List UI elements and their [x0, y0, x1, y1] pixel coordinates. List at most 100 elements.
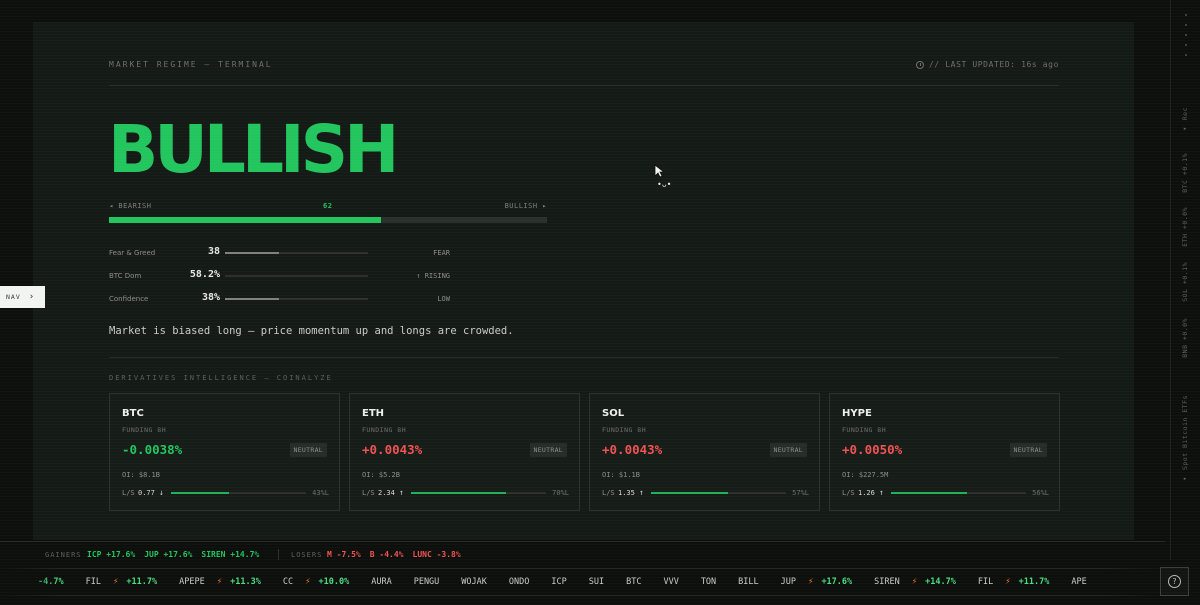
ticker-symbol: SUI	[588, 577, 605, 587]
card-asset: BTC	[122, 408, 144, 419]
ticker-item[interactable]: PENGU	[414, 577, 440, 587]
ticker-item[interactable]: ONDO	[509, 577, 529, 587]
long-short-row: L/S 2.34 ↑ 70%L	[362, 488, 569, 498]
mover-item[interactable]: JUP +17.6%	[144, 550, 192, 559]
rail-item: SOL +0.1%	[1181, 262, 1189, 302]
mover-symbol: SIREN	[201, 550, 226, 559]
ticker-change: +11.7%	[1018, 577, 1050, 587]
lightning-icon: ⚡	[216, 577, 223, 587]
ticker-symbol: WOJAK	[461, 577, 487, 587]
mover-item[interactable]: LUNC -3.8%	[413, 550, 461, 559]
ticker-item[interactable]: CC ⚡ +10.0%	[283, 577, 349, 587]
funding-rate: -0.0038%	[122, 442, 183, 457]
ls-label: L/S	[362, 489, 375, 497]
lightning-icon: ⚡	[305, 577, 311, 587]
ls-bar	[651, 492, 786, 494]
ticker-item[interactable]: JUP ⚡ +17.6%	[781, 577, 853, 587]
mover-item[interactable]: B -4.4%	[370, 550, 404, 559]
metric-tag: LOW	[437, 295, 450, 303]
funding-label: FUNDING 8H	[362, 426, 407, 434]
ticker-tape: -4.7%FIL⚡+11.7%APEPE⚡+11.3%CC⚡+10.0%AURA…	[0, 568, 1165, 596]
ticker-symbol: PENGU	[413, 577, 440, 587]
last-updated-label: // LAST UPDATED: 16s ago	[929, 60, 1059, 69]
nav-button[interactable]: NAV ›	[0, 286, 45, 308]
funding-label: FUNDING 8H	[842, 426, 887, 434]
ls-percent: 43%L	[312, 489, 329, 497]
ticker-item[interactable]: BTC	[626, 577, 641, 587]
ticker-item[interactable]: APE	[1071, 577, 1086, 587]
ticker-item[interactable]: BILL	[738, 577, 758, 587]
rail-item: BNB +0.0%	[1181, 318, 1189, 358]
ticker-item[interactable]: TON	[701, 577, 716, 587]
mover-item[interactable]: SIREN +14.7%	[201, 550, 259, 559]
ticker-symbol: VVV	[663, 577, 679, 587]
ticker-item[interactable]: SIREN ⚡ +14.7%	[874, 577, 956, 587]
ticker-change: +10.0%	[318, 577, 350, 587]
page-title: MARKET REGIME — TERMINAL	[109, 60, 273, 69]
open-interest: OI: $1.1B	[602, 471, 640, 479]
section-title: DERIVATIVES INTELLIGENCE — COINALYZE	[109, 374, 333, 382]
metric-tag: FEAR	[433, 249, 450, 257]
rail-item: BTC +0.1%	[1181, 153, 1189, 193]
market-summary: Market is biased long — price momentum u…	[109, 325, 514, 337]
funding-label: FUNDING 8H	[602, 426, 647, 434]
ticker-symbol: FIL	[85, 577, 101, 587]
ls-label: L/S	[842, 489, 855, 497]
status-badge: NEUTRAL	[289, 443, 327, 457]
funding-card-hype: HYPE FUNDING 8H +0.0050% NEUTRAL OI: $227.5M…	[829, 393, 1060, 511]
mover-symbol: JUP	[144, 550, 159, 559]
long-short-row: L/S 1.26 ↑ 56%L	[842, 488, 1049, 498]
ticker-symbol: TON	[700, 577, 717, 587]
clock-icon	[916, 60, 924, 69]
arrow-up-icon: ↑	[879, 488, 884, 497]
metric-bar	[225, 275, 368, 277]
ticker-item[interactable]: VVV	[663, 577, 678, 587]
metric-value: 38	[207, 246, 220, 257]
divider	[109, 357, 1059, 358]
metric-row: Fear & Greed 38 FEAR	[109, 246, 450, 260]
ticker-item[interactable]: AURA	[371, 577, 391, 587]
ls-label: L/S	[122, 489, 135, 497]
ticker-item[interactable]: APEPE ⚡ +11.3%	[179, 577, 261, 587]
mover-item[interactable]: ICP +17.6%	[87, 550, 135, 559]
ticker-symbol: ONDO	[508, 577, 530, 587]
open-interest: OI: $227.5M	[842, 471, 889, 479]
ticker-item[interactable]: SUI	[589, 577, 604, 587]
ls-percent: 70%L	[552, 489, 569, 497]
open-interest: OI: $5.2B	[362, 471, 400, 479]
divider	[109, 85, 1059, 86]
gauge-bullish-label: BULLISH ▸	[504, 202, 547, 210]
ticker-change: +17.6%	[821, 577, 853, 587]
ticker-item[interactable]: WOJAK	[461, 577, 487, 587]
ls-ratio: 1.26	[858, 489, 875, 497]
mover-change: -7.5%	[336, 550, 361, 559]
mover-change: +14.7%	[230, 550, 260, 559]
ls-percent: 56%L	[1032, 489, 1049, 497]
metric-bar	[225, 252, 368, 254]
rail-item: ◂ Rec	[1181, 107, 1189, 134]
divider	[278, 549, 279, 560]
ticker-item[interactable]: FIL ⚡ +11.7%	[978, 577, 1050, 587]
ls-ratio: 0.77	[138, 489, 155, 497]
header: MARKET REGIME — TERMINAL // LAST UPDATED…	[109, 58, 1059, 72]
gainers-label: GAINERS	[45, 551, 82, 559]
long-short-row: L/S 0.77 ↓ 43%L	[122, 488, 329, 498]
ticker-symbol: FIL	[977, 577, 994, 587]
metric-label: Confidence	[109, 295, 149, 303]
arrow-down-icon: ↓	[159, 488, 164, 497]
open-interest: OI: $8.1B	[122, 471, 160, 479]
metric-bar	[225, 298, 368, 300]
ticker-symbol: AURA	[371, 577, 392, 587]
ticker-change: +14.7%	[925, 577, 956, 587]
status-badge: NEUTRAL	[769, 443, 807, 457]
ticker-fade	[0, 568, 60, 596]
help-icon: ?	[1168, 575, 1181, 588]
ticker-item[interactable]: ICP	[551, 577, 566, 587]
ticker-item[interactable]: FIL ⚡ +11.7%	[86, 577, 158, 587]
last-updated: // LAST UPDATED: 16s ago	[916, 60, 1059, 69]
long-short-row: L/S 1.35 ↑ 57%L	[602, 488, 809, 498]
help-button[interactable]: ?	[1160, 567, 1189, 596]
lightning-icon: ⚡	[911, 577, 918, 587]
mover-item[interactable]: M -7.5%	[327, 550, 361, 559]
funding-rate: +0.0043%	[362, 442, 423, 457]
